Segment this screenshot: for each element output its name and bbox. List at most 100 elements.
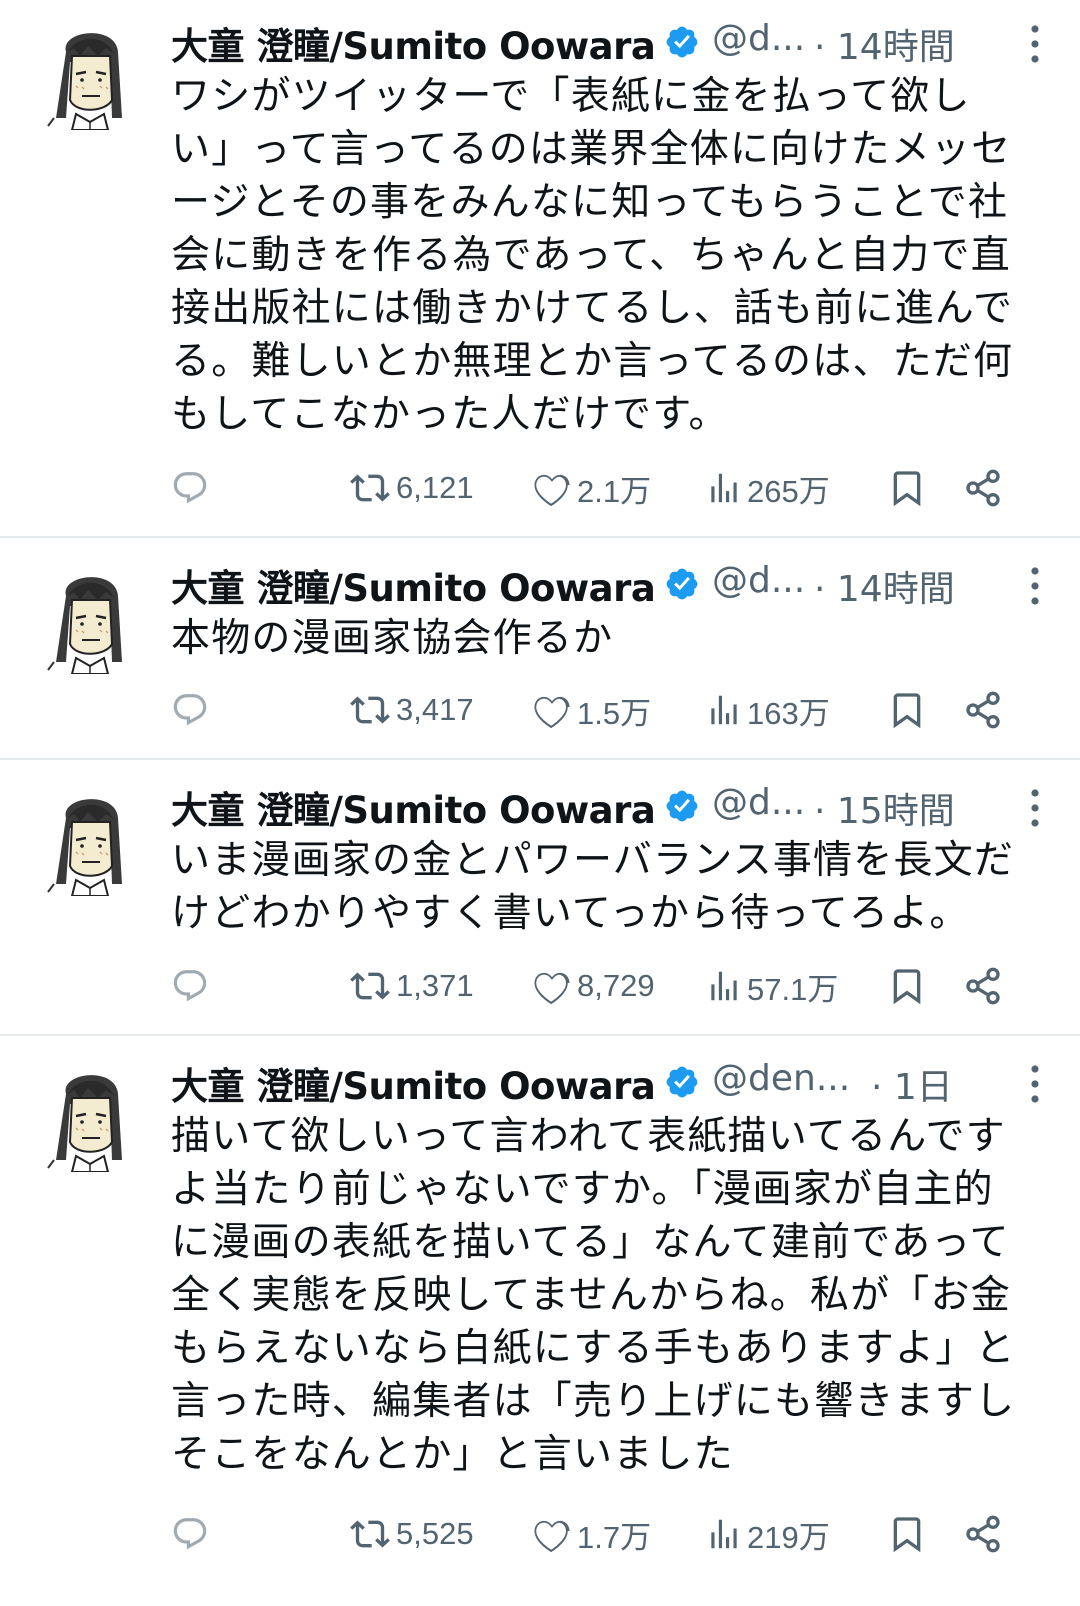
verified-badge-icon [664,1064,700,1100]
like-button[interactable]: 2.1万 [531,466,651,510]
display-name[interactable]: 大童 澄瞳/Sumito Oowara [171,16,656,70]
timestamp[interactable]: · 1日 [871,1058,953,1110]
retweet-button[interactable]: 5,525 [348,1512,474,1556]
tweet[interactable]: 大童 澄瞳/Sumito Oowara @d... · 14時間 ワシがツイッタ… [0,0,1080,538]
retweet-count: 3,417 [396,692,474,727]
like-count: 2.1万 [577,473,652,509]
bookmark-icon [887,467,927,509]
action-bar: 6,121 2.1万 265万 [171,466,1030,510]
tweet-header: 大童 澄瞳/Sumito Oowara @d... · 14時間 [171,556,1048,612]
handle[interactable]: @den... [712,1058,850,1099]
views-button[interactable]: 265万 [705,466,830,510]
reply-icon [171,1515,209,1553]
views-icon [705,469,743,507]
retweet-icon [348,966,392,1006]
reply-button[interactable] [171,1512,209,1556]
more-icon[interactable] [1030,24,1040,64]
like-button[interactable]: 1.5万 [531,688,651,732]
reply-icon [171,469,209,507]
retweet-icon [348,1514,392,1554]
like-icon [531,467,573,509]
bookmark-icon [887,965,927,1007]
retweet-button[interactable]: 6,121 [348,466,474,510]
retweet-button[interactable]: 3,417 [348,688,474,732]
reply-button[interactable] [171,688,209,732]
share-button[interactable] [963,688,1003,732]
tweet-text: 本物の漫画家協会作るか [171,616,614,661]
views-icon [705,1515,743,1553]
bookmark-button[interactable] [887,466,927,510]
action-bar: 5,525 1.7万 219万 [171,1512,1030,1556]
timestamp[interactable]: · 15時間 [814,782,955,834]
handle[interactable]: @d... [712,18,805,59]
display-name[interactable]: 大童 澄瞳/Sumito Oowara [171,558,656,612]
tweet-header: 大童 澄瞳/Sumito Oowara @den... · 1日 [171,1054,1048,1110]
tweet-text: いま漫画家の金とパワーバランス事情を長文だ けどわかりやすく書いてっから待ってろ… [171,838,1015,936]
views-count: 265万 [747,473,830,509]
bookmark-button[interactable] [887,964,927,1008]
retweet-icon [348,468,392,508]
like-count: 1.5万 [577,695,652,731]
retweet-icon [348,690,392,730]
tweet[interactable]: 大童 澄瞳/Sumito Oowara @d... · 15時間 いま漫画家の金… [0,760,1080,1036]
like-button[interactable]: 8,729 [531,964,655,1008]
reply-button[interactable] [171,466,209,510]
display-name[interactable]: 大童 澄瞳/Sumito Oowara [171,1056,656,1110]
more-icon[interactable] [1030,1064,1040,1104]
display-name[interactable]: 大童 澄瞳/Sumito Oowara [171,780,656,834]
timestamp[interactable]: · 14時間 [814,560,955,612]
bookmark-icon [887,689,927,731]
tweet-text: ワシがツイッターで「表紙に金を払って欲し い」って言ってるのは業界全体に向けたメ… [171,74,1014,437]
action-bar: 3,417 1.5万 163万 [171,688,1030,732]
share-button[interactable] [963,466,1003,510]
tweet-header: 大童 澄瞳/Sumito Oowara @d... · 14時間 [171,14,1048,70]
verified-badge-icon [664,24,700,60]
like-icon [531,965,573,1007]
views-count: 219万 [747,1519,830,1555]
retweet-button[interactable]: 1,371 [348,964,474,1008]
views-button[interactable]: 219万 [705,1512,830,1556]
tweet[interactable]: 大童 澄瞳/Sumito Oowara @den... · 1日 描いて欲しいっ… [0,1036,1080,1606]
verified-badge-icon [664,788,700,824]
share-icon [963,468,1003,508]
avatar[interactable] [46,788,132,896]
reply-icon [171,691,209,729]
avatar[interactable] [46,22,132,130]
bookmark-button[interactable] [887,688,927,732]
share-icon [963,966,1003,1006]
like-count: 8,729 [577,968,655,1003]
share-button[interactable] [963,1512,1003,1556]
more-icon[interactable] [1030,788,1040,828]
avatar[interactable] [46,566,132,674]
like-button[interactable]: 1.7万 [531,1512,651,1556]
views-count: 57.1万 [747,971,839,1007]
retweet-count: 1,371 [396,968,474,1003]
handle[interactable]: @d... [712,782,805,823]
reply-icon [171,967,209,1005]
tweet[interactable]: 大童 澄瞳/Sumito Oowara @d... · 14時間 本物の漫画家協… [0,538,1080,760]
views-icon [705,691,743,729]
views-count: 163万 [747,695,830,731]
like-count: 1.7万 [577,1519,652,1555]
bookmark-icon [887,1513,927,1555]
views-button[interactable]: 57.1万 [705,964,838,1008]
action-bar: 1,371 8,729 57.1万 [171,964,1030,1008]
more-icon[interactable] [1030,566,1040,606]
reply-button[interactable] [171,964,209,1008]
retweet-count: 6,121 [396,470,474,505]
handle[interactable]: @d... [712,560,805,601]
share-icon [963,690,1003,730]
views-icon [705,967,743,1005]
timestamp[interactable]: · 14時間 [814,18,955,70]
avatar[interactable] [46,1064,132,1172]
like-icon [531,1513,573,1555]
share-button[interactable] [963,964,1003,1008]
share-icon [963,1514,1003,1554]
verified-badge-icon [664,566,700,602]
retweet-count: 5,525 [396,1516,474,1551]
tweet-text: 描いて欲しいって言われて表紙描いてるんです よ当たり前じゃないですか。「漫画家が… [171,1114,1016,1477]
like-icon [531,689,573,731]
views-button[interactable]: 163万 [705,688,830,732]
bookmark-button[interactable] [887,1512,927,1556]
tweet-header: 大童 澄瞳/Sumito Oowara @d... · 15時間 [171,778,1048,834]
